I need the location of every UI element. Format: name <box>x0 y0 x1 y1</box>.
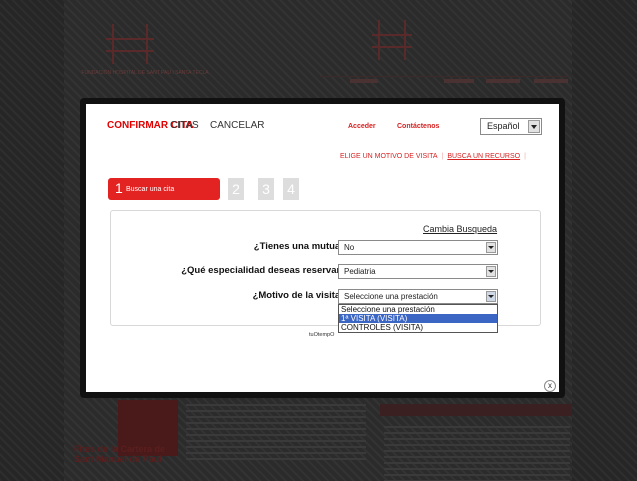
acceder-link[interactable]: Acceder <box>348 123 376 130</box>
motivo-select[interactable]: Seleccione una prestación <box>338 289 498 304</box>
step-3: 3 <box>258 178 274 200</box>
separator: | <box>441 153 444 160</box>
step-2: 2 <box>228 178 244 200</box>
dropdown-option-highlighted[interactable]: 1ª VISITA (VISITA) <box>339 314 497 323</box>
especialidad-select[interactable]: Pediatria <box>338 264 498 279</box>
chevron-down-icon <box>486 291 496 302</box>
contactenos-link[interactable]: Contáctenos <box>397 123 439 130</box>
step-1-active[interactable]: 1 Buscar una cita <box>108 178 220 200</box>
background-logo-caption: FUNDACIÓN HOSPITAL DE SANT PAU I SANTA T… <box>81 70 209 76</box>
language-select[interactable]: Español <box>480 118 542 135</box>
motivo-value: Seleccione una prestación <box>344 292 438 301</box>
booking-modal: CONFIRMAR CITA CITAS CANCELAR Acceder Co… <box>80 98 565 398</box>
background-text-block <box>384 426 570 481</box>
step-label: Buscar una cita <box>126 186 175 193</box>
mutua-label: ¿Tienes una mutua? <box>253 241 346 252</box>
modal-content: CONFIRMAR CITA CITAS CANCELAR Acceder Co… <box>86 104 559 392</box>
background-section-bar <box>380 404 572 416</box>
close-icon[interactable]: x <box>544 380 556 392</box>
dropdown-option[interactable]: Seleccione una prestación <box>339 305 497 314</box>
background-promo-text: Fites de la Cartera de Sant Manuel de Pa… <box>74 444 166 464</box>
busca-recurso-link[interactable]: BUSCA UN RECURSO <box>447 153 520 160</box>
background-logo <box>106 24 154 64</box>
cambia-busqueda-link[interactable]: Cambia Busqueda <box>423 224 497 234</box>
tab-citas[interactable]: CITAS <box>170 120 199 131</box>
step-number: 1 <box>115 180 123 196</box>
motivo-label: ¿Motivo de la visita? <box>252 290 346 301</box>
especialidad-label: ¿Qué especialidad deseas reservar? <box>181 265 346 276</box>
background-text-block <box>186 404 366 464</box>
background-nav <box>320 76 570 84</box>
motivo-dropdown-list: Seleccione una prestación 1ª VISITA (VIS… <box>338 304 498 333</box>
chevron-down-icon <box>528 120 540 133</box>
dropdown-option[interactable]: CONTROLES (VISITA) <box>339 323 497 332</box>
mutua-select[interactable]: No <box>338 240 498 255</box>
step-4: 4 <box>283 178 299 200</box>
tab-cancelar[interactable]: CANCELAR <box>210 120 264 131</box>
motivo-visita-link[interactable]: ELIGE UN MOTIVO DE VISITA <box>340 153 438 160</box>
chevron-down-icon <box>486 266 496 277</box>
powered-by-logo: tuOtempO <box>309 332 335 338</box>
sub-nav: ELIGE UN MOTIVO DE VISITA | BUSCA UN RECUR… <box>340 153 530 160</box>
mutua-value: No <box>344 243 355 252</box>
search-form: Cambia Busqueda ¿Tienes una mutua? No ¿Q… <box>110 210 541 333</box>
language-value: Español <box>487 121 520 131</box>
background-logo-secondary <box>372 20 412 60</box>
especialidad-value: Pediatria <box>344 267 376 276</box>
chevron-down-icon <box>486 242 496 253</box>
separator: | <box>524 153 526 160</box>
